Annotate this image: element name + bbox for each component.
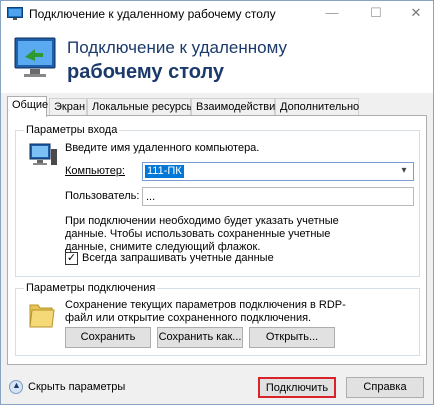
tab-experience[interactable]: Взаимодействие (191, 98, 281, 116)
user-label: Пользователь: (65, 190, 140, 202)
credentials-info: При подключении необходимо будет указать… (65, 215, 339, 253)
header-banner: Подключение к удаленному рабочему столу (1, 27, 433, 93)
computer-icon (29, 143, 57, 165)
computer-value: 111-ПК (145, 165, 184, 178)
computer-combobox[interactable]: 111-ПК ▾ (142, 162, 414, 181)
rdp-window: Подключение к удаленному рабочему столу … (0, 0, 434, 405)
always-ask-checkbox[interactable]: ✓ (65, 252, 78, 265)
tab-advanced[interactable]: Дополнительно (275, 98, 359, 116)
user-value: ... (146, 191, 156, 203)
tab-display[interactable]: Экран (49, 98, 87, 116)
user-field[interactable]: ... (142, 187, 414, 206)
connection-info: Сохранение текущих параметров подключени… (65, 299, 346, 324)
chevron-down-icon[interactable]: ▾ (398, 165, 410, 177)
save-as-button[interactable]: Сохранить как... (157, 327, 243, 348)
always-ask-label[interactable]: Всегда запрашивать учетные данные (82, 252, 274, 264)
hide-options-toggle[interactable]: ▲ (9, 380, 23, 394)
help-button[interactable]: Справка (346, 377, 424, 398)
remote-desktop-icon (14, 37, 56, 77)
tab-panel-general: Параметры входа Введите имя удаленного к… (7, 115, 427, 365)
minimize-button[interactable]: — (317, 1, 347, 27)
banner-title-line2: рабочему столу (67, 61, 225, 83)
connect-button[interactable]: Подключить (258, 377, 336, 398)
login-settings-group: Параметры входа Введите имя удаленного к… (15, 124, 420, 277)
login-settings-legend: Параметры входа (24, 124, 120, 136)
maximize-button[interactable]: ☐ (361, 1, 391, 27)
remote-desktop-icon (7, 7, 23, 20)
close-button[interactable]: ✕ (401, 1, 431, 27)
computer-prompt: Введите имя удаленного компьютера. (65, 142, 260, 154)
tab-local-resources[interactable]: Локальные ресурсы (87, 98, 194, 116)
connection-settings-group: Параметры подключения Сохранение текущих… (15, 282, 420, 356)
connection-settings-legend: Параметры подключения (24, 282, 158, 294)
save-button[interactable]: Сохранить (65, 327, 151, 348)
window-title: Подключение к удаленному рабочему столу (29, 7, 276, 21)
title-bar: Подключение к удаленному рабочему столу … (1, 1, 433, 27)
open-button[interactable]: Открыть... (249, 327, 335, 348)
tab-general[interactable]: Общие (7, 96, 48, 117)
hide-options-link[interactable]: Скрыть параметры (28, 381, 125, 393)
chevron-up-icon: ▲ (12, 380, 21, 390)
banner-title-line1: Подключение к удаленному (67, 38, 287, 57)
folder-icon (29, 304, 55, 328)
computer-label: Компьютер: (65, 165, 125, 177)
